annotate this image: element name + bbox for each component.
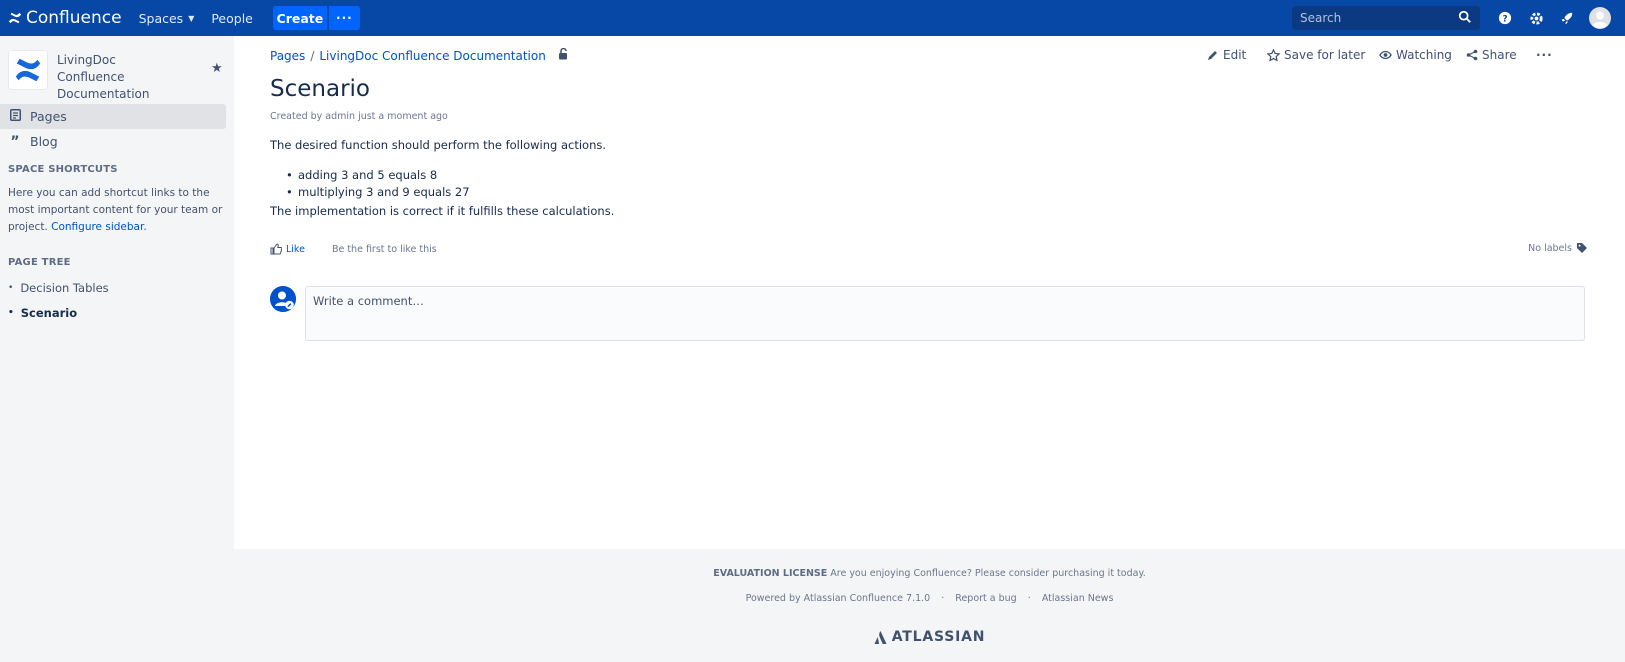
like-label: Like (286, 243, 305, 255)
share-button[interactable]: Share (1466, 48, 1517, 62)
list-item: adding 3 and 5 equals 8 (286, 167, 470, 184)
sidebar-item-label: Pages (30, 109, 67, 124)
confluence-logo[interactable]: Confluence (8, 0, 122, 36)
watching-button[interactable]: Watching (1379, 48, 1452, 62)
pages-icon (8, 109, 22, 124)
notifications-rocket-icon[interactable] (1558, 9, 1576, 27)
space-logo[interactable] (8, 50, 48, 90)
evaluation-license-notice: EVALUATION LICENSE Are you enjoying Conf… (234, 568, 1625, 579)
footer-separator: · (941, 593, 945, 604)
powered-by-link[interactable]: Powered by Atlassian Confluence 7.1.0 (746, 593, 931, 604)
share-label: Share (1482, 48, 1517, 62)
save-for-later-button[interactable]: Save for later (1267, 48, 1365, 62)
watching-label: Watching (1396, 48, 1452, 62)
first-like-text: Be the first to like this (331, 243, 437, 255)
favourite-star-icon[interactable]: ★ (211, 61, 223, 76)
configure-sidebar-link[interactable]: Configure sidebar. (51, 221, 147, 233)
evaluation-license-text: Are you enjoying Confluence? Please cons… (827, 568, 1146, 579)
atlassian-logo-icon (874, 630, 887, 644)
space-sidebar: LivingDoc Confluence Documentation ★ Pag… (0, 36, 234, 662)
create-button[interactable]: Create (272, 6, 327, 30)
confluence-space-icon (15, 58, 41, 82)
calculation-list: adding 3 and 5 equals 8 multiplying 3 an… (286, 167, 470, 201)
people-link[interactable]: People (211, 11, 253, 26)
settings-gear-icon[interactable] (1527, 9, 1545, 27)
eye-icon (1379, 50, 1392, 60)
save-for-later-label: Save for later (1284, 48, 1366, 62)
page-actions: Edit Save for later Watching Share ··· (234, 48, 1625, 64)
labels-area[interactable]: No labels (1528, 242, 1588, 254)
page-byline: Created by admin just a moment ago (270, 111, 448, 122)
no-labels-text: No labels (1528, 242, 1572, 254)
more-actions-icon[interactable]: ··· (1536, 48, 1553, 62)
sidebar-item-blog[interactable]: ” Blog (0, 129, 226, 154)
atlassian-logo[interactable]: ATLASSIAN (234, 629, 1625, 645)
edit-button[interactable]: Edit (1207, 48, 1246, 62)
page-title: Scenario (270, 76, 370, 102)
app-name: Confluence (26, 8, 122, 28)
sidebar-item-pages[interactable]: Pages (0, 104, 226, 129)
pencil-icon (1208, 51, 1217, 60)
quote-icon: ” (10, 133, 20, 150)
help-icon[interactable]: ? (1496, 9, 1514, 27)
spaces-menu[interactable]: Spaces ▼ (139, 11, 195, 26)
edit-label: Edit (1223, 48, 1247, 62)
top-navigation: Confluence Spaces ▼ People Create ··· Se… (0, 0, 1625, 36)
comment-input[interactable]: Write a comment… (305, 286, 1585, 341)
search-input[interactable]: Search (1292, 6, 1480, 30)
tag-icon (1577, 243, 1587, 253)
atlassian-brand: ATLASSIAN (891, 629, 986, 645)
tree-item-decision-tables[interactable]: • Decision Tables (8, 281, 109, 295)
spaces-label: Spaces (138, 10, 184, 26)
shortcuts-note: Here you can add shortcut links to the m… (8, 185, 223, 236)
footer-separator: · (1027, 593, 1031, 604)
commenter-avatar-icon (270, 286, 296, 312)
create-more-button[interactable]: ··· (328, 6, 360, 30)
like-button[interactable]: Like (270, 243, 305, 255)
share-icon (1466, 49, 1478, 61)
tree-item-label: Decision Tables (20, 281, 109, 295)
chevron-down-icon: ▼ (188, 13, 195, 23)
main-content: Pages / LivingDoc Confluence Documentati… (234, 36, 1625, 549)
confluence-logo-icon (8, 12, 22, 24)
svg-text:?: ? (1502, 15, 1507, 25)
search-placeholder: Search (1300, 11, 1342, 25)
sidebar-item-label: Blog (30, 134, 58, 149)
bullet-icon: • (8, 283, 14, 293)
outro-paragraph: The implementation is correct if it fulf… (270, 204, 615, 218)
user-avatar-icon[interactable] (1589, 7, 1611, 29)
evaluation-license-label: EVALUATION LICENSE (713, 568, 828, 579)
space-name[interactable]: LivingDoc Confluence Documentation (57, 52, 187, 103)
bullet-icon: • (8, 308, 14, 318)
atlassian-news-link[interactable]: Atlassian News (1042, 593, 1114, 604)
like-row: Like Be the first to like this (270, 243, 437, 255)
space-shortcuts-heading: SPACE SHORTCUTS (8, 164, 118, 175)
star-outline-icon (1267, 48, 1280, 62)
page-tree-heading: PAGE TREE (8, 257, 71, 268)
page-footer: EVALUATION LICENSE Are you enjoying Conf… (234, 549, 1625, 662)
space-header: LivingDoc Confluence Documentation ★ (0, 36, 234, 103)
thumbs-up-icon (270, 243, 282, 255)
intro-paragraph: The desired function should perform the … (270, 138, 606, 152)
tree-item-label: Scenario (20, 306, 78, 320)
search-icon (1458, 10, 1471, 23)
tree-item-scenario[interactable]: • Scenario (8, 306, 77, 320)
footer-links: Powered by Atlassian Confluence 7.1.0 · … (234, 593, 1625, 604)
list-item: multiplying 3 and 9 equals 27 (286, 184, 470, 201)
report-bug-link[interactable]: Report a bug (955, 593, 1016, 604)
